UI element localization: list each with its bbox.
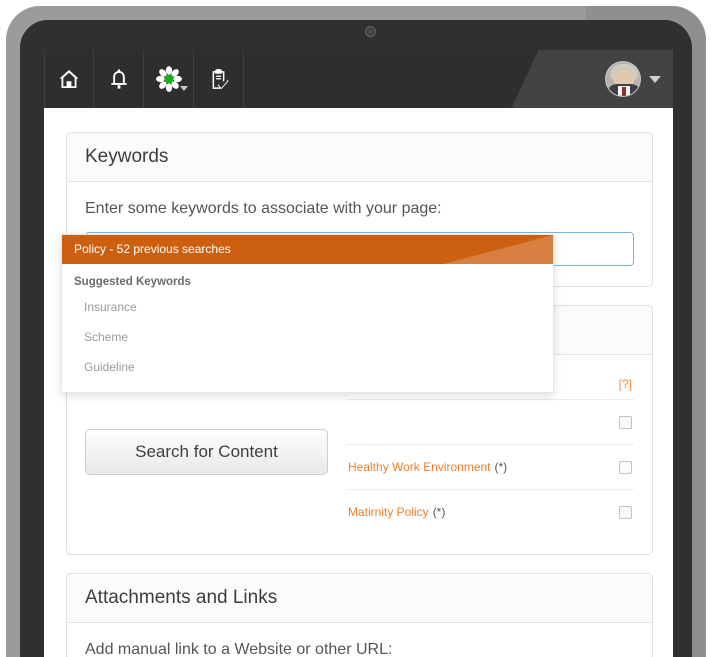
top-navbar <box>44 50 673 108</box>
keywords-panel-header: Keywords <box>67 133 652 182</box>
autocomplete-selected-label: Policy - 52 previous searches <box>74 242 231 256</box>
keywords-prompt: Enter some keywords to associate with yo… <box>85 200 442 217</box>
result-marker: (*) <box>494 460 508 474</box>
autocomplete-group-label: Suggested Keywords <box>74 276 191 288</box>
autocomplete-sheen <box>443 235 553 264</box>
result-row[interactable] <box>346 399 634 444</box>
search-for-content-button[interactable]: Search for Content <box>85 429 328 475</box>
tablet-scene: Keywords Enter some keywords to associat… <box>0 0 717 657</box>
home-icon <box>57 67 81 91</box>
manual-link-label: Add manual link to a Website or other UR… <box>85 641 393 657</box>
attachments-panel: Attachments and Links Add manual link to… <box>66 573 653 657</box>
result-title <box>348 413 352 431</box>
nav-item-home[interactable] <box>44 50 94 108</box>
notifications-icon <box>107 67 131 91</box>
result-title-group: Healthy Work Environment (*) <box>348 458 507 476</box>
flower-icon <box>155 65 183 93</box>
result-title-link[interactable]: Healthy Work Environment <box>348 460 491 474</box>
user-menu[interactable] <box>605 50 673 108</box>
result-checkbox[interactable] <box>619 505 632 519</box>
avatar <box>605 61 641 97</box>
nav-item-notifications[interactable] <box>94 50 144 108</box>
nav-item-wellbeing[interactable] <box>144 50 194 108</box>
tablet-camera <box>365 26 376 37</box>
attachments-panel-body: Add manual link to a Website or other UR… <box>67 623 652 657</box>
attachments-panel-title: Attachments and Links <box>85 587 278 608</box>
autocomplete-suggestion[interactable]: Insurance <box>62 292 553 322</box>
page-content: Keywords Enter some keywords to associat… <box>44 108 673 657</box>
user-menu-chevron-down-icon[interactable] <box>649 75 661 83</box>
result-row[interactable]: Matirnity Policy (*) <box>346 489 634 534</box>
navbar-spacer <box>244 50 605 108</box>
result-checkbox[interactable] <box>619 460 632 474</box>
result-title-group: Matirnity Policy (*) <box>348 503 445 521</box>
clipboard-check-icon <box>206 67 231 92</box>
help-link[interactable]: [?] <box>619 377 632 391</box>
nav-item-tasks[interactable] <box>194 50 244 108</box>
app-screen: Keywords Enter some keywords to associat… <box>44 50 673 657</box>
result-checkbox[interactable] <box>619 415 632 429</box>
autocomplete-suggestion[interactable]: Scheme <box>62 322 553 352</box>
autocomplete-selected-item[interactable]: Policy - 52 previous searches <box>62 235 553 264</box>
result-title-link[interactable]: Matirnity Policy <box>348 505 429 519</box>
results-column: [?] Healthy Work Environment (*) Matirni… <box>346 373 634 534</box>
autocomplete-suggestion[interactable]: Guideline <box>62 352 553 382</box>
keywords-autocomplete-dropdown[interactable]: Policy - 52 previous searches Suggested … <box>61 234 554 393</box>
attachments-panel-header: Attachments and Links <box>67 574 652 623</box>
chevron-down-icon <box>180 86 188 91</box>
result-marker: (*) <box>432 505 446 519</box>
result-row[interactable]: Healthy Work Environment (*) <box>346 444 634 489</box>
search-results-row: Search for Content [?] Healthy Work Envi… <box>85 373 634 534</box>
keywords-panel-title: Keywords <box>85 146 169 167</box>
